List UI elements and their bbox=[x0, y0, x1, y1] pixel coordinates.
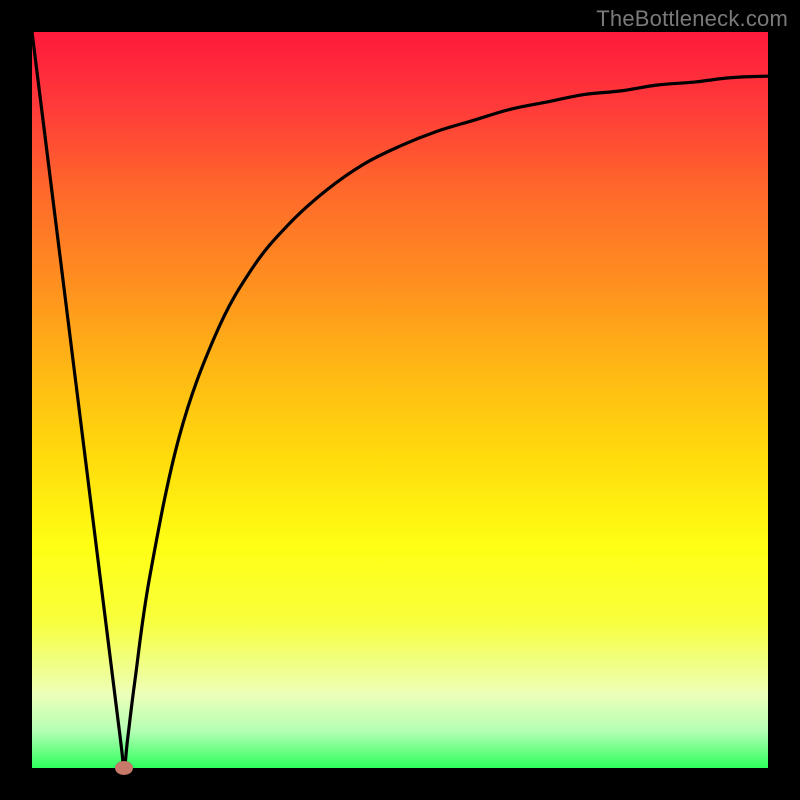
chart-frame: TheBottleneck.com bbox=[0, 0, 800, 800]
minimum-marker bbox=[115, 761, 133, 775]
curve-path bbox=[32, 32, 768, 768]
watermark-text: TheBottleneck.com bbox=[596, 6, 788, 32]
curve-svg bbox=[32, 32, 768, 768]
plot-area bbox=[32, 32, 768, 768]
